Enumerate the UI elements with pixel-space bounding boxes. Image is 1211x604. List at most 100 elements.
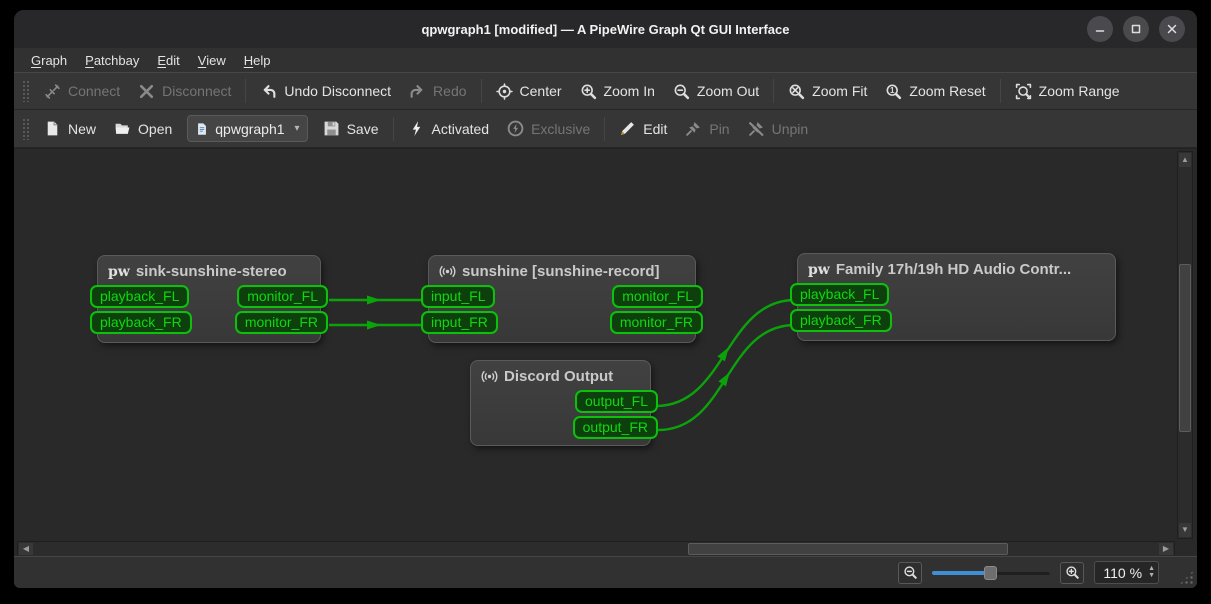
scroll-left-button[interactable]: ◀ [19, 543, 33, 555]
zoom-percent-spinbox[interactable]: 110 % ▲ ▼ [1094, 561, 1159, 584]
port-input-fr[interactable]: input_FR [421, 311, 498, 334]
new-file-icon [47, 121, 58, 136]
scroll-left-icon: ◀ [22, 544, 30, 553]
edit-button[interactable]: Edit [610, 115, 676, 142]
zoom-range-button[interactable]: Zoom Range [1006, 78, 1129, 105]
redo-button[interactable]: Redo [400, 78, 475, 105]
zoom-out-button[interactable]: Zoom Out [664, 78, 768, 105]
activated-bolt-icon [412, 121, 420, 136]
titlebar[interactable]: qpwgraph1 [modified] — A PipeWire Graph … [14, 10, 1197, 48]
zoom-in-button[interactable]: Zoom In [571, 78, 664, 105]
menu-patchbay[interactable]: Patchbay [76, 48, 148, 72]
wire-arrow [367, 320, 381, 330]
pipewire-logo: pw [108, 263, 130, 280]
zoom-in-icon [581, 84, 596, 99]
pin-icon [686, 122, 701, 136]
statusbar-zoom-out-button[interactable] [898, 561, 923, 584]
unpin-button[interactable]: Unpin [739, 115, 818, 142]
connect-icon [45, 83, 60, 99]
zoom-fit-button[interactable]: Zoom Fit [779, 78, 876, 105]
port-output-fl[interactable]: output_FL [574, 390, 658, 413]
node-title: pw Family 17h/19h HD Audio Contr... [808, 261, 1072, 278]
svg-text:1: 1 [890, 85, 895, 94]
window-minimize-icon [1095, 30, 1105, 32]
activated-button[interactable]: Activated [399, 115, 499, 142]
scroll-right-button[interactable]: ▶ [1159, 543, 1173, 555]
broadcast-icon [439, 265, 456, 278]
menu-help[interactable]: Help [235, 48, 280, 72]
scroll-up-button[interactable]: ▲ [1179, 153, 1191, 167]
toolbar-separator [245, 79, 247, 103]
node-title: Discord Output [471, 361, 650, 390]
center-button[interactable]: Center [487, 78, 571, 105]
disconnect-button[interactable]: Disconnect [129, 78, 240, 105]
connection-wires [329, 295, 796, 432]
graph-canvas[interactable]: pw sink-sunshine-stereo playback_FL moni… [17, 151, 1177, 541]
toolbar-separator [392, 116, 394, 141]
window-maximize-icon [1131, 24, 1141, 34]
port-monitor-fr[interactable]: monitor_FR [609, 311, 703, 334]
window-resize-grip[interactable] [1179, 570, 1194, 585]
toolbar-drag-handle[interactable] [22, 80, 29, 102]
vertical-scrollbar[interactable]: ▲ ▼ [1177, 151, 1193, 539]
horizontal-scroll-thumb[interactable] [688, 543, 1008, 555]
window-close-icon [1167, 24, 1177, 34]
maximize-button[interactable] [1123, 16, 1149, 42]
zoom-slider[interactable] [932, 564, 1051, 582]
slider-fill [932, 570, 991, 575]
toolbar-drag-handle[interactable] [22, 117, 29, 140]
connect-button[interactable]: Connect [35, 78, 129, 105]
port-monitor-fr[interactable]: monitor_FR [234, 311, 328, 334]
center-icon [495, 82, 513, 100]
port-output-fr[interactable]: output_FR [572, 416, 658, 439]
pin-button[interactable]: Pin [676, 115, 738, 142]
close-button[interactable] [1159, 16, 1185, 42]
port-input-fl[interactable]: input_FL [421, 285, 496, 308]
redo-icon [410, 84, 423, 98]
undo-disconnect-button[interactable]: Undo Disconnect [251, 78, 400, 105]
menu-graph[interactable]: Graph [22, 48, 76, 72]
menu-edit[interactable]: Edit [148, 48, 188, 72]
pipewire-logo: pw [808, 261, 830, 278]
port-monitor-fl[interactable]: monitor_FL [612, 285, 703, 308]
port-playback-fr[interactable]: playback_FR [90, 311, 192, 334]
zoom-reset-icon: 1 [886, 84, 902, 99]
statusbar: 110 % ▲ ▼ [14, 556, 1197, 588]
node-family-hd-audio[interactable]: pw Family 17h/19h HD Audio Contr... play… [790, 253, 1116, 341]
exclusive-bolt-circle-icon [507, 120, 524, 137]
node-sink-sunshine-stereo[interactable]: pw sink-sunshine-stereo playback_FL moni… [90, 255, 328, 343]
patchbay-select[interactable]: qpwgraph1 ▾ [187, 115, 308, 142]
new-button[interactable]: New [35, 115, 105, 142]
zoom-reset-button[interactable]: 1 Zoom Reset [876, 78, 994, 105]
zoom-out-icon [904, 566, 917, 579]
menu-view[interactable]: View [189, 48, 235, 72]
port-playback-fl[interactable]: playback_FL [790, 283, 890, 306]
save-floppy-icon [324, 121, 338, 136]
scroll-up-icon: ▲ [1181, 155, 1189, 164]
slider-handle[interactable] [984, 565, 998, 580]
statusbar-zoom-in-button[interactable] [1060, 561, 1085, 584]
zoom-fit-icon [789, 84, 805, 99]
save-button[interactable]: Save [314, 115, 388, 142]
scroll-right-icon: ▶ [1162, 544, 1170, 553]
port-playback-fr[interactable]: playback_FR [790, 309, 892, 332]
edit-pencil-icon [621, 122, 635, 135]
unpin-icon [748, 122, 763, 136]
vertical-scroll-thumb[interactable] [1179, 264, 1191, 432]
graph-canvas-area: pw sink-sunshine-stereo playback_FL moni… [14, 148, 1197, 557]
node-discord-output[interactable]: Discord Output output_FL output_FR [470, 360, 658, 446]
node-sunshine[interactable]: sunshine [sunshine-record] input_FL moni… [421, 255, 703, 343]
wire-arrow [717, 347, 729, 362]
scroll-down-button[interactable]: ▼ [1179, 523, 1191, 537]
node-title: pw sink-sunshine-stereo [108, 263, 287, 280]
zoom-range-icon [1015, 83, 1031, 99]
menubar: Graph Patchbay Edit View Help [14, 48, 1197, 73]
port-monitor-fl[interactable]: monitor_FL [237, 285, 328, 308]
minimize-button[interactable] [1087, 16, 1113, 42]
open-folder-icon [115, 123, 130, 134]
horizontal-scrollbar[interactable]: ◀ ▶ [17, 541, 1175, 557]
port-playback-fl[interactable]: playback_FL [90, 285, 190, 308]
spin-down-icon[interactable]: ▼ [1148, 572, 1155, 579]
exclusive-button[interactable]: Exclusive [498, 115, 599, 142]
open-button[interactable]: Open [105, 115, 181, 142]
